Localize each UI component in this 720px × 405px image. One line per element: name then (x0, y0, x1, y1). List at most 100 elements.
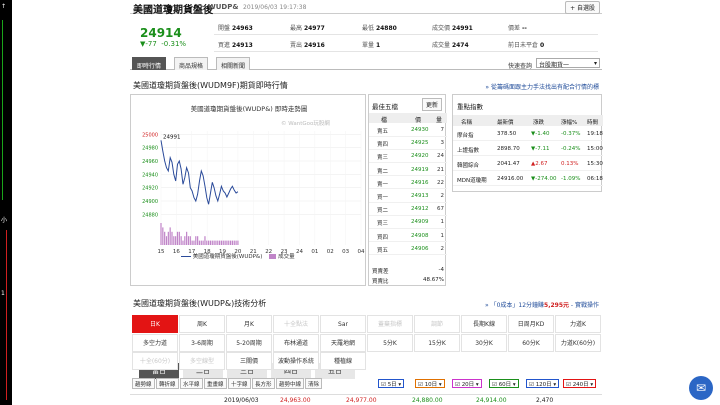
draw-tool-button[interactable]: 水平線 (180, 378, 203, 389)
draw-tool-button[interactable]: 十字線 (228, 378, 251, 389)
ma-toggle[interactable]: ☑ 60日 ▾ (489, 379, 519, 388)
checkbox-icon: ☑ (455, 382, 460, 388)
volume-bar (220, 240, 223, 245)
side-number: 1 (1, 290, 5, 297)
volume-bar (233, 240, 235, 245)
tech-indicator-button[interactable]: 布林通道 (273, 333, 319, 352)
best-five-row: 買三 24909 1 (369, 216, 447, 229)
tab-realtime[interactable]: 即時行情 (132, 57, 167, 70)
volume-bar (198, 240, 201, 245)
ma-toggle[interactable]: ☑ 240日 ▾ (563, 379, 597, 388)
row-label: 賣一 (377, 181, 389, 188)
ma-toggle[interactable]: ☑ 20日 ▾ (452, 379, 482, 388)
ohlc-low: 24,880.00 (412, 397, 443, 404)
tech-indicator-button[interactable]: Sar (320, 315, 366, 333)
draw-tool-button[interactable]: 清除 (305, 378, 323, 389)
row-price: 24909 (411, 219, 429, 226)
tech-indicator-button[interactable]: 十全點法 (273, 315, 319, 333)
tech-indicator-button[interactable]: 天羅地網 (320, 333, 366, 352)
x-tick-label: 01 (311, 249, 318, 255)
quote-cell-ask: 賣出 24916 (290, 42, 325, 49)
tech-indicator-button[interactable]: 調節 (414, 315, 460, 333)
draw-tool-button[interactable]: 長方形 (252, 378, 275, 389)
tech-indicator-button[interactable]: 15分K (414, 333, 460, 352)
draw-tool-button[interactable]: 趨勢中線 (276, 378, 305, 389)
tech-indicator-button[interactable]: 三關價 (226, 352, 272, 370)
index-change-pct: -1.09% (561, 176, 581, 182)
index-name: 韓國綜合 (457, 163, 480, 169)
index-row[interactable]: 韓國綜合 2041.47 ▲2.67 0.13% 15:30 (453, 157, 603, 171)
ohlc-close: 24,914.00 (476, 397, 507, 404)
add-watchlist-button[interactable]: + 自選股 (565, 1, 600, 14)
tech-indicator-button[interactable]: 5-20周期 (226, 333, 272, 352)
row-volume: 2 (440, 193, 445, 199)
tech-indicator-button[interactable]: 十全(60分) (132, 352, 178, 370)
tech-indicator-button[interactable]: 日周月KD (508, 315, 554, 333)
volume-bar (228, 240, 230, 245)
y-tick-label: 24980 (142, 146, 158, 152)
index-change-pct: -0.24% (561, 146, 581, 152)
tech-indicator-button[interactable]: 波動操作系統 (273, 352, 319, 370)
best-five-row: 賣五 24930 7 (369, 124, 447, 137)
row-label: 買三 (377, 221, 389, 228)
tech-indicator-button[interactable]: 60分K (508, 333, 554, 352)
tab-spec[interactable]: 商品規格 (174, 57, 209, 70)
volume-bar (182, 240, 184, 245)
index-row[interactable]: 摩台指 378.50 ▼-1.40 -0.37% 19:18 (453, 127, 603, 141)
volume-bar (213, 240, 215, 245)
quote-cell-open: 開盤 24963 (218, 25, 253, 32)
row-label: 買二 (377, 208, 389, 215)
row-volume: 67 (437, 206, 444, 213)
index-row[interactable]: MDN道瓊期 24916.00 ▼-274.00 -1.09% 06:18 (453, 172, 603, 186)
index-time: 19:18 (587, 131, 603, 137)
footer-label: 買賣比 (372, 279, 389, 285)
quote-row: 開盤 24963 最高 24977 最低 24880 成交價 24991 價差 … (214, 18, 598, 35)
tech-indicator-button[interactable]: 力道K (555, 315, 601, 333)
tech-indicator-button[interactable]: 日K (132, 315, 178, 333)
tech-indicator-button[interactable]: 3-6周期 (179, 333, 225, 352)
quote-cell-volume: 成交量 2474 (432, 42, 469, 49)
volume-bar (222, 240, 224, 245)
indices-header: 名稱 最新價 漲跌 漲幅% 時間 (453, 115, 603, 126)
draw-tool-button[interactable]: 趨勢線 (132, 378, 155, 389)
tech-indicator-button[interactable]: 周K (179, 315, 225, 333)
quick-search-select[interactable]: 台股期貨一 ▾ (536, 58, 600, 69)
chart-legend: 美國道瓊期貨盤後(WUDP&) 成交量 (181, 252, 295, 260)
ohlc-high: 24,977.00 (346, 397, 377, 404)
draw-tool-button[interactable]: 重畫線 (204, 378, 227, 389)
row-label: 買四 (377, 234, 389, 241)
tech-indicator-button[interactable]: 30分K (461, 333, 507, 352)
y-tick-label: 24920 (142, 186, 158, 192)
tech-indicator-button[interactable]: 蓋棄指標 (367, 315, 413, 333)
tech-indicator-button[interactable]: 長期K線 (461, 315, 507, 333)
ma-toggle[interactable]: ☑ 120日 ▾ (526, 379, 560, 388)
refresh-button[interactable]: 更新 (421, 98, 442, 111)
legend-vol-label: 成交量 (278, 254, 295, 260)
footer-label: 買賣差 (372, 269, 389, 275)
index-price: 24916.00 (497, 176, 524, 182)
row-label: 賣五 (377, 129, 389, 135)
draw-tool-button[interactable]: 轉折線 (156, 378, 179, 389)
tech-indicator-button[interactable]: 月K (226, 315, 272, 333)
tech-promo-link[interactable]: » 「0成本」12分鐘賺5,295元 - 實戰操作 (485, 300, 599, 309)
scroll-up-icon[interactable]: ↑ (1, 3, 6, 10)
tech-indicator-button[interactable]: 5分K (367, 333, 413, 352)
row-volume: 21 (437, 166, 444, 173)
volume-bar (202, 240, 204, 245)
volume-bar (219, 240, 221, 245)
chat-button[interactable]: ✉ (689, 376, 713, 400)
volume-bar (200, 240, 202, 245)
ma-toggle[interactable]: ☑ 10日 ▾ (415, 379, 445, 388)
tech-indicator-button[interactable]: 種植線 (320, 352, 366, 370)
volume-bar (208, 240, 210, 245)
tech-indicator-button[interactable]: 多空力道 (132, 333, 178, 352)
tech-indicator-button[interactable]: 力道K(60分) (555, 333, 601, 352)
volume-bar (224, 240, 226, 245)
tech-indicator-button[interactable]: 多空線型 (179, 352, 225, 370)
volume-bar (237, 240, 239, 245)
ma-toggle[interactable]: ☑ 5日 ▾ (378, 379, 405, 388)
tab-news[interactable]: 相關新聞 (216, 57, 251, 70)
promo-link[interactable]: » 從籌碼面跟主力手法找出有配合行情的標 (485, 82, 599, 91)
ohlc-bar: 2019/06/03 24,963.00 24,977.00 24,880.00… (130, 394, 602, 405)
index-row[interactable]: 上證指數 2898.70 ▼-7.11 -0.24% 15:00 (453, 142, 603, 156)
